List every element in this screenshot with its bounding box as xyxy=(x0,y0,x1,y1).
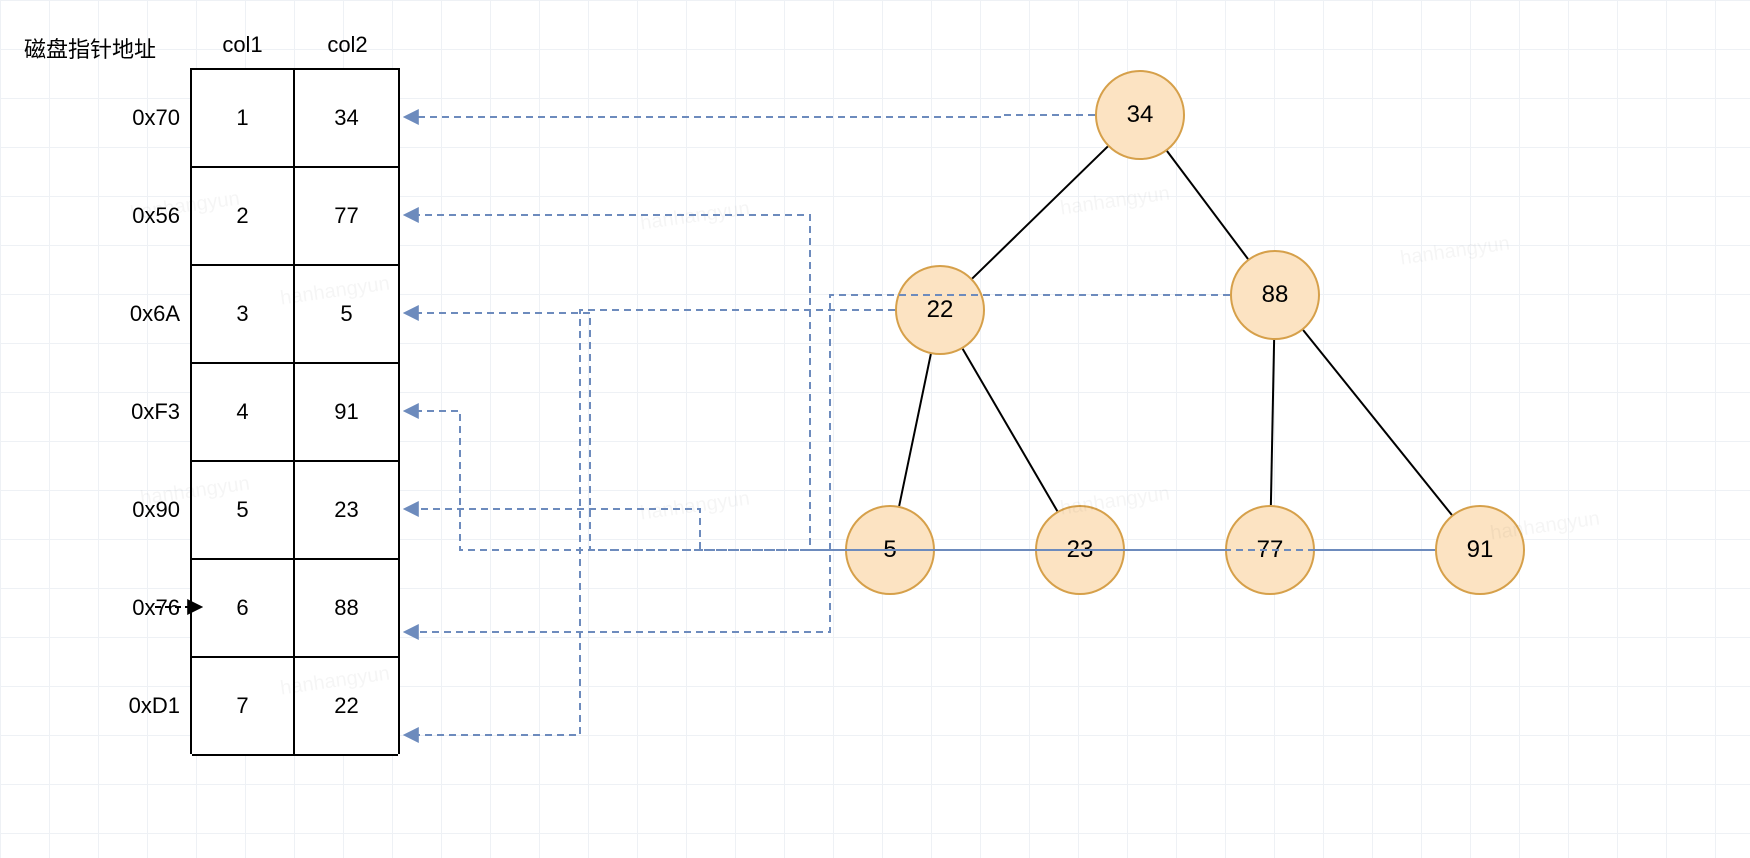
cell-col1: 1 xyxy=(192,70,295,166)
watermark: hanhangyun xyxy=(1399,232,1511,270)
cell-col1: 5 xyxy=(192,462,295,558)
cell-col1: 6 xyxy=(192,560,295,656)
addr-label: 0x76 xyxy=(60,595,180,621)
addr-label: 0xD1 xyxy=(60,693,180,719)
tree-node-5: 5 xyxy=(845,505,935,595)
disk-table: 13427735491523688722 xyxy=(190,68,400,754)
addr-label: 0x90 xyxy=(60,497,180,523)
table-row: 688 xyxy=(192,560,398,658)
cell-col1: 7 xyxy=(192,658,295,754)
table-row: 134 xyxy=(192,70,398,168)
table-row: 722 xyxy=(192,658,398,756)
table-row: 523 xyxy=(192,462,398,560)
cell-col2: 77 xyxy=(295,168,398,264)
cell-col1: 3 xyxy=(192,266,295,362)
watermark: hanhangyun xyxy=(639,197,751,235)
cell-col2: 23 xyxy=(295,462,398,558)
addr-label: 0x6A xyxy=(60,301,180,327)
table-row: 35 xyxy=(192,266,398,364)
tree-node-34: 34 xyxy=(1095,70,1185,160)
addr-label: 0xF3 xyxy=(60,399,180,425)
cell-col2: 5 xyxy=(295,266,398,362)
addr-label: 0x70 xyxy=(60,105,180,131)
cell-col2: 88 xyxy=(295,560,398,656)
tree-node-88: 88 xyxy=(1230,250,1320,340)
table-row: 491 xyxy=(192,364,398,462)
header-addr: 磁盘指针地址 xyxy=(5,32,175,64)
watermark: hanhangyun xyxy=(1059,182,1171,220)
header-col1: col1 xyxy=(195,32,290,58)
tree-node-22: 22 xyxy=(895,265,985,355)
watermark: hanhangyun xyxy=(639,487,751,525)
cell-col1: 2 xyxy=(192,168,295,264)
tree-node-23: 23 xyxy=(1035,505,1125,595)
cell-col1: 4 xyxy=(192,364,295,460)
cell-col2: 22 xyxy=(295,658,398,754)
tree-node-91: 91 xyxy=(1435,505,1525,595)
cell-col2: 91 xyxy=(295,364,398,460)
cell-col2: 34 xyxy=(295,70,398,166)
table-row: 277 xyxy=(192,168,398,266)
tree-node-77: 77 xyxy=(1225,505,1315,595)
header-col2: col2 xyxy=(300,32,395,58)
addr-label: 0x56 xyxy=(60,203,180,229)
